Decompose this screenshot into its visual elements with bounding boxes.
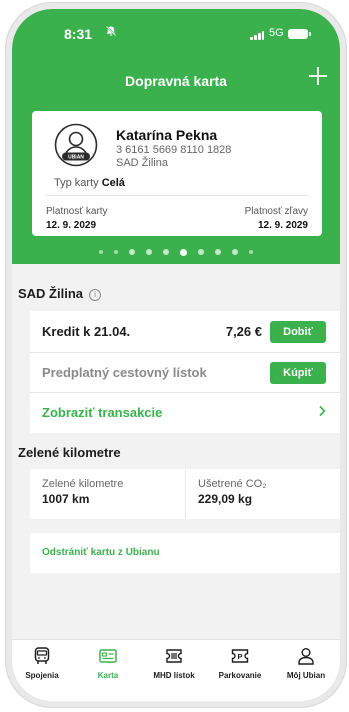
card-divider — [46, 195, 308, 196]
card-type: Typ karty Celá — [54, 177, 125, 189]
battery-icon — [288, 29, 311, 39]
nav-item-parkovanie[interactable]: P Parkovanie — [210, 646, 270, 696]
avatar: UBIAN — [54, 123, 98, 167]
green-km-title: Zelené kilometre — [18, 445, 121, 460]
user-icon — [298, 648, 314, 665]
transactions-row[interactable]: Zobraziť transakcie — [30, 393, 340, 433]
remove-card-panel: Odstrániť kartu z Ubianu — [30, 533, 340, 573]
co2-label: Ušetrené CO₂ — [198, 478, 267, 490]
card-header-area: 8:31 5G Dopravná karta UBIAN Katarína Pe… — [12, 9, 340, 264]
carousel-dot[interactable] — [146, 249, 152, 255]
discount-validity-label: Platnosť zľavy — [244, 206, 308, 217]
carousel-dot[interactable] — [114, 250, 118, 254]
card-validity-date: 12. 9. 2029 — [46, 220, 97, 231]
card-validity-label: Platnosť karty — [46, 206, 108, 217]
carousel-dot[interactable] — [249, 250, 253, 254]
silent-mode-icon — [105, 25, 117, 40]
card-icon — [99, 649, 117, 663]
nav-label-parkovanie: Parkovanie — [218, 671, 262, 680]
green-km-value: 1007 km — [42, 492, 90, 506]
app-screen: 8:31 5G Dopravná karta UBIAN Katarína Pe… — [12, 9, 340, 701]
transactions-link[interactable]: Zobraziť transakcie — [42, 405, 162, 420]
ticket-icon — [166, 649, 182, 663]
carousel-dot[interactable] — [180, 248, 187, 256]
operator-title: SAD Žilina i — [18, 286, 102, 301]
card-type-value: Celá — [101, 177, 125, 189]
nav-item-spojenia[interactable]: Spojenia — [12, 646, 72, 696]
credit-label: Kredit k 21.04. — [42, 324, 131, 339]
bottom-navigation: Spojenia Karta MHD lístok P Parkovanie M… — [12, 639, 340, 701]
carousel-dot[interactable] — [129, 249, 135, 255]
card-number: 3 6161 5669 8110 1828 — [116, 144, 232, 156]
signal-icon — [250, 31, 264, 40]
season-ticket-label: Predplatný cestovný lístok — [42, 365, 207, 380]
credit-row: Kredit k 21.04. 7,26 € Dobiť — [30, 311, 340, 353]
nav-item-mhd-listok[interactable]: MHD lístok — [144, 646, 204, 696]
plus-icon — [309, 67, 327, 85]
credit-amount: 7,26 € — [225, 324, 262, 339]
green-km-panel: Zelené kilometre 1007 km Ušetrené CO₂ 22… — [30, 469, 340, 519]
status-time: 8:31 — [64, 26, 93, 42]
carousel-dot[interactable] — [232, 249, 238, 255]
parking-icon: P — [231, 649, 249, 663]
nav-item-moj-ubian[interactable]: Môj Ubian — [276, 646, 336, 696]
co2-stat: Ušetrené CO₂ 229,09 kg — [186, 469, 340, 519]
card-issuer: SAD Žilina — [116, 157, 168, 169]
carousel-dot[interactable] — [215, 249, 221, 255]
card-holder-name: Katarína Pekna — [116, 127, 218, 143]
nav-label-moj-ubian: Môj Ubian — [286, 671, 326, 680]
phone-frame: 8:31 5G Dopravná karta UBIAN Katarína Pe… — [6, 3, 346, 707]
avatar-badge: UBIAN — [68, 155, 84, 161]
svg-text:P: P — [237, 652, 242, 661]
remove-card-link[interactable]: Odstrániť kartu z Ubianu — [42, 547, 160, 558]
card-actions-panel: Kredit k 21.04. 7,26 € Dobiť Predplatný … — [30, 311, 340, 433]
buy-ticket-button[interactable]: Kúpiť — [270, 362, 326, 384]
green-km-stat: Zelené kilometre 1007 km — [30, 469, 185, 519]
transport-card[interactable]: UBIAN Katarína Pekna 3 6161 5669 8110 18… — [32, 111, 322, 236]
green-km-label: Zelené kilometre — [42, 478, 124, 490]
info-icon[interactable]: i — [89, 289, 102, 301]
add-card-button[interactable] — [306, 65, 330, 89]
status-bar: 8:31 5G — [12, 9, 340, 49]
carousel-indicator[interactable] — [12, 248, 340, 256]
top-up-button[interactable]: Dobiť — [270, 321, 326, 343]
nav-label-spojenia: Spojenia — [25, 671, 59, 680]
bus-icon — [34, 647, 50, 664]
season-ticket-row: Predplatný cestovný lístok Kúpiť — [30, 353, 340, 393]
carousel-dot[interactable] — [99, 250, 103, 254]
co2-value: 229,09 kg — [198, 492, 253, 506]
carousel-dot[interactable] — [163, 249, 169, 255]
nav-label-karta: Karta — [97, 671, 119, 680]
discount-validity-date: 12. 9. 2029 — [257, 220, 308, 231]
network-type: 5G — [269, 27, 284, 39]
operator-name: SAD Žilina — [18, 286, 84, 301]
nav-label-mhd-listok: MHD lístok — [153, 671, 195, 680]
card-type-label: Typ karty — [54, 177, 99, 189]
chevron-right-icon — [318, 404, 326, 420]
page-title: Dopravná karta — [125, 73, 227, 89]
nav-item-karta[interactable]: Karta — [78, 646, 138, 696]
carousel-dot[interactable] — [198, 249, 204, 255]
